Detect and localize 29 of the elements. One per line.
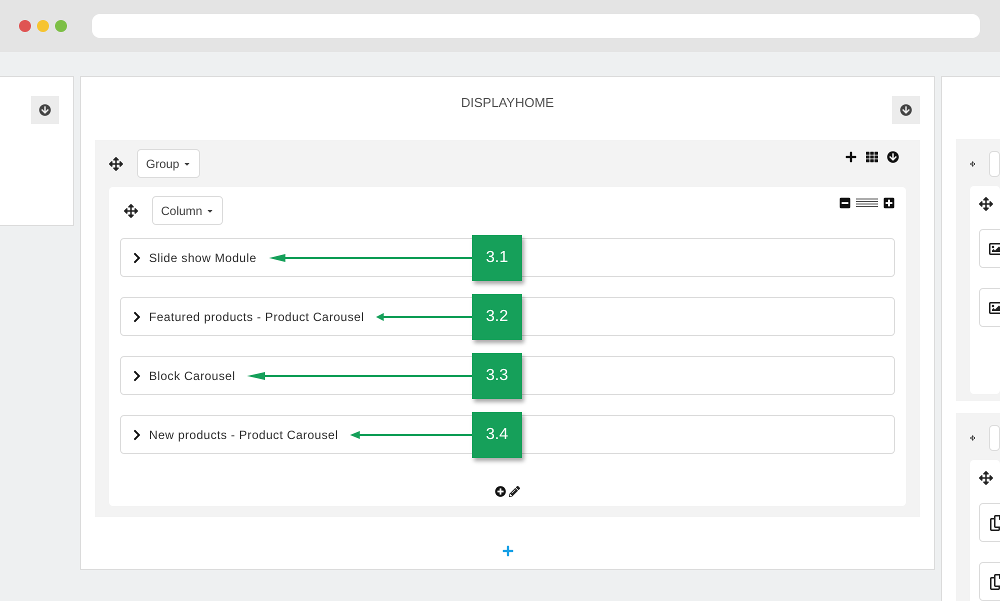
chevron-right-icon: [131, 310, 143, 322]
grid-icon[interactable]: [866, 151, 878, 163]
module-title: New products - Product Carousel: [149, 426, 338, 444]
hook-title: DISPLAYHOME: [461, 94, 554, 112]
pencil-icon[interactable]: [509, 486, 520, 497]
plus-icon[interactable]: [845, 151, 857, 163]
circle-arrow-down-icon: [900, 104, 912, 116]
move-icon[interactable]: [979, 471, 993, 485]
circle-arrow-down-icon[interactable]: [887, 151, 899, 163]
group-dropdown[interactable]: Group: [137, 149, 200, 178]
callout-badge: 3.2: [472, 294, 522, 340]
column-dropdown[interactable]: Column: [152, 196, 224, 225]
chevron-right-icon: [131, 252, 143, 264]
chevron-right-icon: [131, 428, 143, 440]
width-bars-icon[interactable]: [856, 198, 878, 208]
callout-badge: 3.4: [472, 412, 522, 458]
callout-badge: 3.1: [472, 235, 522, 281]
callout-badge: 3.3: [472, 353, 522, 399]
move-icon[interactable]: [124, 204, 138, 218]
move-icon[interactable]: [979, 197, 993, 211]
chevron-right-icon: [131, 370, 143, 382]
add-icon[interactable]: [502, 545, 514, 557]
module-title: Slide show Module: [149, 250, 257, 266]
circle-arrow-down-icon: [39, 104, 51, 116]
collapse-button[interactable]: [892, 96, 920, 124]
collapse-button[interactable]: [31, 96, 59, 124]
move-icon[interactable]: [109, 156, 123, 170]
module-title: Featured products - Product Carousel: [149, 308, 364, 326]
module-title: Block Carousel: [149, 368, 236, 384]
